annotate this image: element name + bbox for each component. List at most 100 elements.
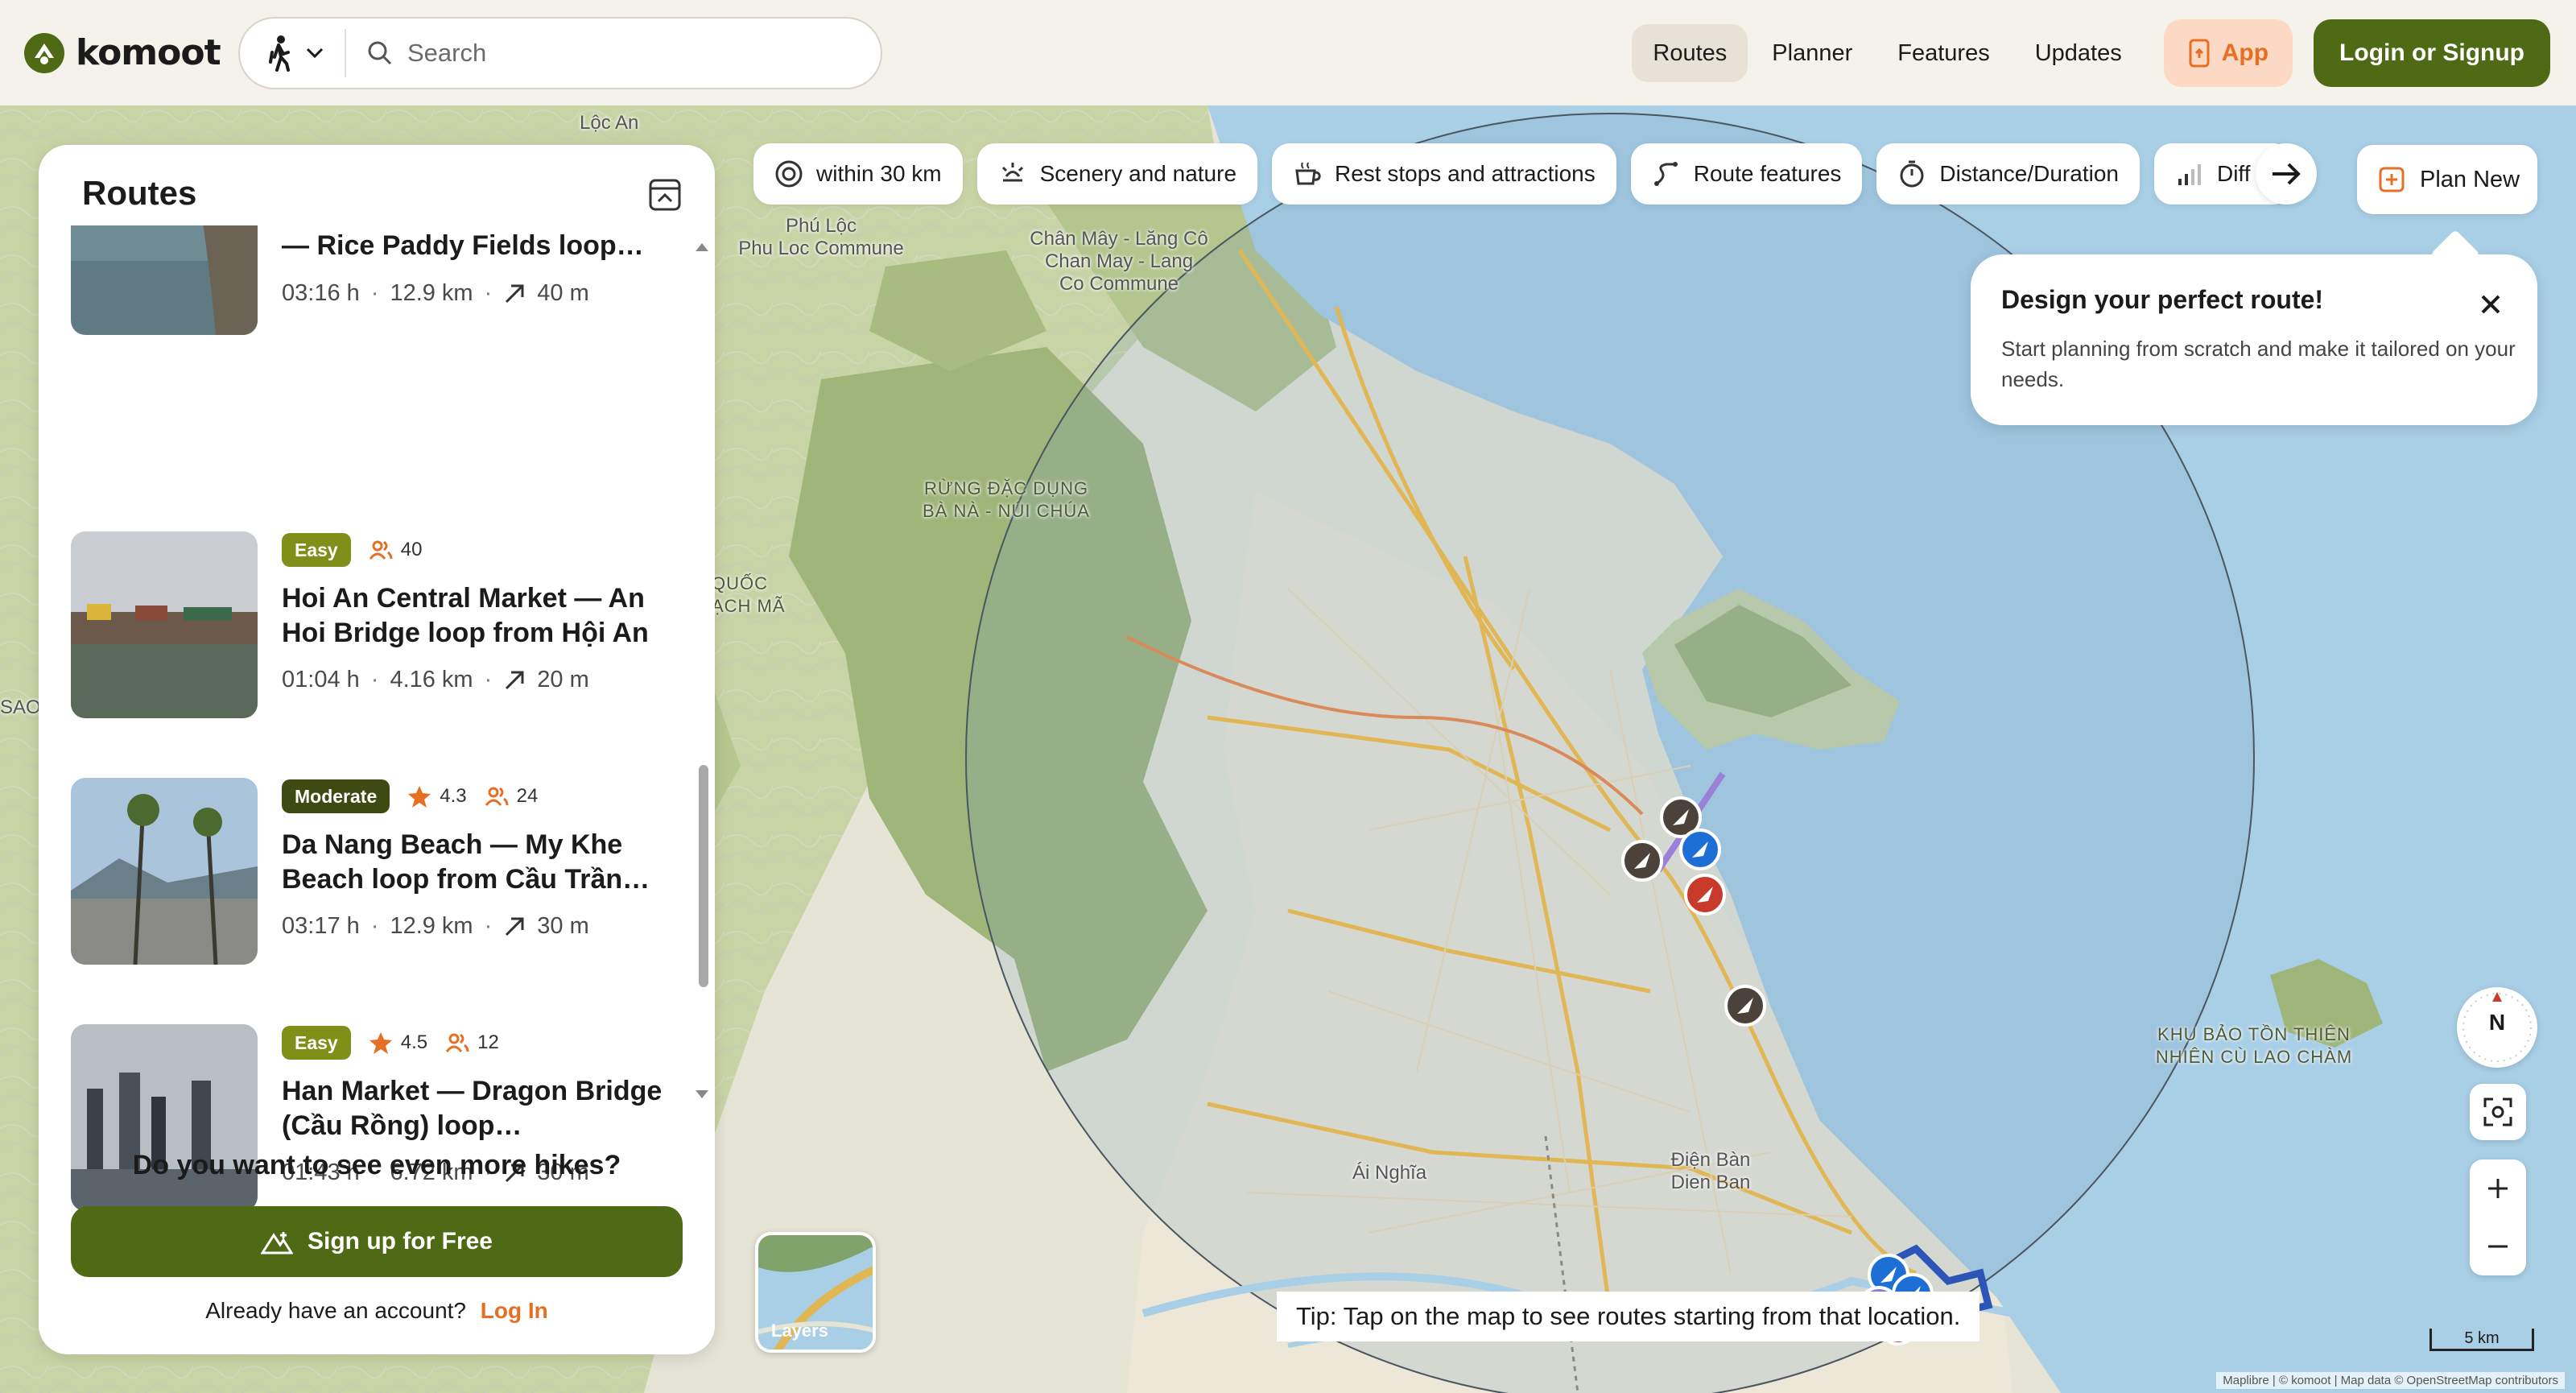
scroll-down-arrow-icon[interactable] — [694, 1089, 710, 1100]
route-pin[interactable] — [1679, 829, 1721, 870]
coffee-icon — [1295, 162, 1321, 185]
plus-square-icon — [2379, 167, 2405, 192]
filter-label: within 30 km — [816, 161, 942, 186]
phone-icon — [2189, 39, 2210, 68]
rating-value: 4.5 — [400, 1031, 428, 1053]
sidebar-scrollbar-thumb[interactable] — [699, 765, 708, 987]
difficulty-badge: Easy — [282, 533, 351, 567]
route-stats: 01:04 h · 4.16 km · 20 m — [282, 667, 589, 692]
scroll-up-arrow-icon[interactable] — [694, 242, 710, 253]
route-elevation: 30 m — [537, 913, 589, 939]
filter-bar: within 30 km Scenery and nature Rest sto… — [753, 143, 2291, 205]
route-duration: 03:17 h — [282, 913, 360, 939]
top-header: komoot Routes Planner Features Updates A… — [0, 0, 2576, 105]
filter-rest-stops[interactable]: Rest stops and attractions — [1272, 143, 1616, 205]
route-distance: 12.9 km — [390, 280, 473, 306]
brand-name: komoot — [76, 32, 221, 73]
collapse-panel-icon[interactable] — [647, 177, 683, 213]
filter-label: Rest stops and attractions — [1335, 161, 1596, 186]
route-distance: 4.16 km — [390, 667, 473, 692]
zoom-out-button[interactable] — [2470, 1217, 2526, 1275]
sport-picker[interactable] — [240, 29, 346, 77]
layers-label: Layers — [771, 1321, 828, 1341]
difficulty-badge: Moderate — [282, 779, 390, 813]
nav-updates[interactable]: Updates — [2014, 24, 2143, 82]
locate-button[interactable] — [2470, 1084, 2526, 1140]
map-label-cu-lao-cham: KHU BẢO TỒN THIÊN NHIÊN CÙ LAO CHÀM — [2155, 1024, 2353, 1067]
minus-icon — [2488, 1245, 2508, 1248]
elevation-up-icon — [506, 671, 524, 689]
sunrise-icon — [1001, 163, 1023, 182]
route-stats: 03:17 h · 12.9 km · 30 m — [282, 913, 589, 939]
people-count: 24 — [485, 785, 538, 808]
rating-value: 4.3 — [440, 785, 467, 807]
route-thumbnail — [71, 778, 258, 965]
filter-route-features[interactable]: Route features — [1630, 143, 1863, 205]
map-label-dien-ban: Điện Bàn Dien Ban — [1670, 1149, 1751, 1193]
filter-scenery[interactable]: Scenery and nature — [976, 143, 1258, 205]
route-pin[interactable] — [1621, 840, 1663, 882]
komoot-logo[interactable]: komoot — [24, 32, 221, 73]
route-stats: 03:16 h · 12.9 km · 40 m — [282, 280, 589, 306]
route-thumbnail — [71, 531, 258, 718]
search-icon — [368, 41, 392, 65]
route-name: — Rice Paddy Fields loop… — [282, 230, 644, 261]
login-link[interactable]: Log In — [481, 1298, 548, 1323]
route-list: — Rice Paddy Fields loop… 03:16 h · 12.9 … — [39, 225, 715, 1248]
login-signup-button[interactable]: Login or Signup — [2314, 19, 2550, 87]
route-icon — [1653, 162, 1678, 186]
map-label-ba-na: RỪNG ĐẶC DỤNG BÀ NÀ - NÚI CHÚA — [923, 478, 1090, 521]
filters-scroll-right-button[interactable] — [2256, 143, 2317, 205]
route-duration: 03:16 h — [282, 280, 360, 306]
star-icon — [408, 786, 431, 808]
route-card[interactable]: Moderate 4.3 24 Da Nang Beach — My Khe B… — [71, 778, 683, 971]
search-input[interactable] — [407, 39, 826, 68]
hiking-icon — [269, 35, 290, 72]
plus-icon — [2488, 1179, 2508, 1198]
route-card[interactable]: Easy 40 Hoi An Central Market — An Hoi B… — [71, 531, 683, 725]
route-name: Han Market — Dragon Bridge (Cầu Rồng) lo… — [282, 1076, 663, 1141]
difficulty-badge: Easy — [282, 1026, 351, 1060]
route-pin[interactable] — [1684, 874, 1726, 916]
close-icon[interactable] — [2476, 290, 2505, 319]
people-icon — [445, 1033, 469, 1052]
filter-label: Distance/Duration — [1939, 161, 2119, 186]
people-count-value: 12 — [477, 1031, 499, 1053]
signup-button[interactable]: Sign up for Free — [71, 1206, 683, 1277]
star-icon — [369, 1032, 392, 1054]
compass-button[interactable]: N — [2457, 987, 2537, 1068]
zoom-in-button[interactable] — [2470, 1159, 2526, 1217]
zoom-controls — [2470, 1159, 2526, 1275]
nav-routes[interactable]: Routes — [1632, 24, 1748, 82]
map-label-sao: SAO — [0, 696, 41, 718]
people-count-value: 40 — [400, 539, 423, 560]
route-card[interactable]: — Rice Paddy Fields loop… 03:16 h · 12.9 … — [71, 225, 683, 341]
stopwatch-icon — [1900, 160, 1924, 188]
tooltip-title: Design your perfect route! — [2001, 285, 2324, 314]
nav-features[interactable]: Features — [1876, 24, 2010, 82]
mountain-icon — [260, 1232, 293, 1255]
route-elevation: 40 m — [537, 280, 589, 306]
route-card[interactable]: Easy 4.5 12 Han Market — Dragon Bridge (… — [71, 1024, 683, 1217]
filter-label: Route features — [1693, 161, 1842, 186]
route-duration: 01:04 h — [282, 667, 360, 692]
filter-within-30km[interactable]: within 30 km — [753, 143, 963, 205]
routes-sidebar: Routes — Rice Paddy Fields loop… 03:16 h… — [39, 145, 715, 1354]
filter-label: Scenery and nature — [1039, 161, 1237, 186]
signal-bars-icon — [2178, 164, 2201, 185]
map-attribution[interactable]: Maplibre | © komoot | Map data © OpenStr… — [2216, 1372, 2565, 1389]
plan-new-label: Plan New — [2420, 166, 2520, 192]
map-label-ai-nghia: Ái Nghĩa — [1352, 1162, 1427, 1184]
route-elevation: 20 m — [537, 667, 589, 692]
route-distance: 12.9 km — [390, 913, 473, 939]
signup-button-label: Sign up for Free — [307, 1228, 493, 1255]
layers-button[interactable]: Layers — [755, 1232, 876, 1353]
app-button-label: App — [2221, 39, 2269, 66]
route-pin[interactable] — [1724, 985, 1766, 1027]
filter-distance-duration[interactable]: Distance/Duration — [1876, 143, 2140, 205]
nav-planner[interactable]: Planner — [1751, 24, 1873, 82]
plan-new-button[interactable]: Plan New — [2357, 145, 2537, 214]
route-name: Da Nang Beach — My Khe Beach loop from C… — [282, 829, 650, 895]
app-button[interactable]: App — [2163, 19, 2293, 87]
plan-tooltip: Design your perfect route! Start plannin… — [1971, 254, 2537, 425]
